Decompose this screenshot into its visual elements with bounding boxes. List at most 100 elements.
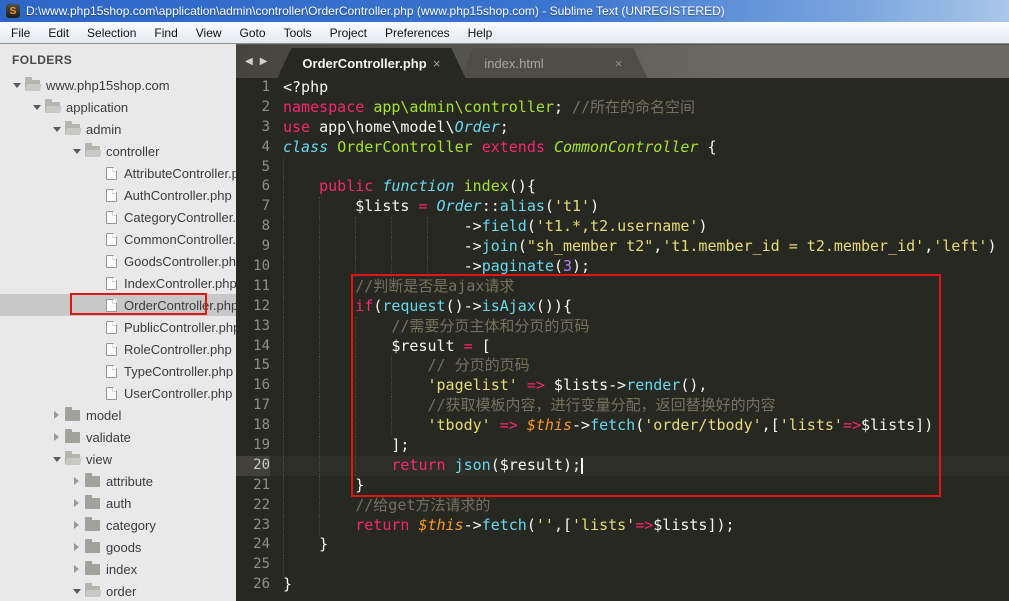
line-text: // 分页的页码 xyxy=(270,356,1009,377)
code-line-20[interactable]: 20 return json($result); xyxy=(236,455,1009,476)
tree-item-rolecontroller-php[interactable]: RoleController.php xyxy=(0,338,236,360)
file-icon xyxy=(106,386,117,400)
code-line-4[interactable]: 4 class OrderController extends CommonCon… xyxy=(236,138,1009,158)
code-line-10[interactable]: 10 ->paginate(3); xyxy=(236,257,1009,277)
chevron-down-icon[interactable] xyxy=(10,82,23,88)
tree-item-auth[interactable]: auth xyxy=(0,492,236,514)
tree-item-model[interactable]: model xyxy=(0,404,236,426)
indent-guide xyxy=(283,396,284,417)
code-line-11[interactable]: 11 //判断是否是ajax请求 xyxy=(236,276,1009,297)
code-line-22[interactable]: 22 //给get方法请求的 xyxy=(236,495,1009,516)
code-line-19[interactable]: 19 ]; xyxy=(236,436,1009,456)
tree-item-application[interactable]: application xyxy=(0,96,236,118)
chevron-down-icon[interactable] xyxy=(30,104,43,110)
code-editor[interactable]: 1 <?php 2 namespace app\admin\controller; /… xyxy=(236,78,1009,601)
tree-item-attributecontroller-php[interactable]: AttributeController.php xyxy=(0,162,236,184)
chevron-right-icon[interactable] xyxy=(70,477,83,485)
tree-item-goods[interactable]: goods xyxy=(0,536,236,558)
code-line-14[interactable]: 14 $result = [ xyxy=(236,336,1009,357)
code-line-7[interactable]: 7 $lists = Order::alias('t1') xyxy=(236,197,1009,218)
code-line-21[interactable]: 21 } xyxy=(236,475,1009,496)
chevron-right-icon[interactable] xyxy=(50,411,63,419)
menu-help[interactable]: Help xyxy=(459,23,502,43)
menu-find[interactable]: Find xyxy=(145,23,186,43)
tree-item-goodscontroller-php[interactable]: GoodsController.php xyxy=(0,250,236,272)
indent-guide xyxy=(283,336,284,357)
tree-item-controller[interactable]: controller xyxy=(0,140,236,162)
code-line-8[interactable]: 8 ->field('t1.*,t2.username') xyxy=(236,217,1009,238)
chevron-down-icon[interactable] xyxy=(70,148,83,154)
next-tab-button[interactable]: ▶ xyxy=(260,56,268,67)
tree-item-publiccontroller-php[interactable]: PublicController.php xyxy=(0,316,236,338)
close-icon[interactable]: × xyxy=(433,56,441,71)
title-bar[interactable]: S D:\www.php15shop.com\application\admin… xyxy=(0,0,1009,22)
indent-guide xyxy=(391,257,393,277)
menu-file[interactable]: File xyxy=(2,23,39,43)
chevron-right-icon[interactable] xyxy=(70,565,83,573)
tree-item-label: IndexController.php xyxy=(124,275,236,291)
tree-item-typecontroller-php[interactable]: TypeController.php xyxy=(0,360,236,382)
tree-item-label: category xyxy=(106,517,156,533)
menu-view[interactable]: View xyxy=(187,23,231,43)
code-line-3[interactable]: 3 use app\home\model\Order; xyxy=(236,118,1009,138)
menu-selection[interactable]: Selection xyxy=(78,23,145,43)
tree-item-index[interactable]: index xyxy=(0,558,236,580)
chevron-right-icon[interactable] xyxy=(50,433,63,441)
line-text xyxy=(270,555,1009,576)
tree-item-indexcontroller-php[interactable]: IndexController.php xyxy=(0,272,236,294)
code-line-1[interactable]: 1 <?php xyxy=(236,78,1009,98)
code-line-24[interactable]: 24 } xyxy=(236,535,1009,556)
code-line-17[interactable]: 17 //获取模板内容，进行变量分配，返回替换好的内容 xyxy=(236,396,1009,417)
code-line-2[interactable]: 2 namespace app\admin\controller; //所在的命名… xyxy=(236,98,1009,118)
tree-item-ordercontroller-php[interactable]: OrderController.php xyxy=(0,294,236,316)
tree-item-commoncontroller-php[interactable]: CommonController.php xyxy=(0,228,236,250)
tab-ordercontroller-php[interactable]: OrderController.php × xyxy=(277,48,465,78)
tree-item-authcontroller-php[interactable]: AuthController.php xyxy=(0,184,236,206)
chevron-down-icon[interactable] xyxy=(50,456,63,462)
code-line-23[interactable]: 23 return $this->fetch('',['lists'=>$lis… xyxy=(236,515,1009,536)
code-line-12[interactable]: 12 if(request()->isAjax()){ xyxy=(236,296,1009,317)
indent-guide xyxy=(391,416,393,437)
chevron-down-icon[interactable] xyxy=(70,588,83,594)
tree-item-view[interactable]: view xyxy=(0,448,236,470)
tab-bar: ◀ ▶ OrderController.php × index.html × xyxy=(236,44,1009,78)
tab-scroll-arrows: ◀ ▶ xyxy=(236,56,277,67)
line-text: 'tbody' => $this->fetch('order/tbody',['… xyxy=(270,416,1009,437)
menu-edit[interactable]: Edit xyxy=(39,23,78,43)
chevron-down-icon[interactable] xyxy=(50,126,63,132)
tree-item-categorycontroller-php[interactable]: CategoryController.php xyxy=(0,206,236,228)
tree-item-category[interactable]: category xyxy=(0,514,236,536)
chevron-right-icon[interactable] xyxy=(70,499,83,507)
tree-item-www-php15shop-com[interactable]: www.php15shop.com xyxy=(0,74,236,96)
close-icon[interactable]: × xyxy=(615,56,623,71)
tree-item-label: GoodsController.php xyxy=(124,253,236,269)
code-line-16[interactable]: 16 'pagelist' => $lists->render(), xyxy=(236,376,1009,397)
code-line-18[interactable]: 18 'tbody' => $this->fetch('order/tbody'… xyxy=(236,416,1009,437)
chevron-right-icon[interactable] xyxy=(70,543,83,551)
folder-icon xyxy=(85,538,100,553)
tree-item-label: TypeController.php xyxy=(124,363,234,379)
tree-item-validate[interactable]: validate xyxy=(0,426,236,448)
sidebar-folders-panel: FOLDERS www.php15shop.com application admi… xyxy=(0,44,236,601)
menu-preferences[interactable]: Preferences xyxy=(376,23,459,43)
code-line-6[interactable]: 6 public function index(){ xyxy=(236,177,1009,198)
tab-index-html[interactable]: index.html × xyxy=(459,48,647,78)
code-line-15[interactable]: 15 // 分页的页码 xyxy=(236,356,1009,377)
tree-item-attribute[interactable]: attribute xyxy=(0,470,236,492)
tree-item-order[interactable]: order xyxy=(0,580,236,601)
code-line-5[interactable]: 5 xyxy=(236,157,1009,178)
folder-open-icon xyxy=(65,450,80,465)
folder-open-icon xyxy=(45,98,60,113)
code-line-13[interactable]: 13 //需要分页主体和分页的页码 xyxy=(236,316,1009,337)
menu-tools[interactable]: Tools xyxy=(275,23,321,43)
line-text: return json($result); xyxy=(270,455,1009,476)
tree-item-usercontroller-php[interactable]: UserController.php xyxy=(0,382,236,404)
menu-project[interactable]: Project xyxy=(321,23,376,43)
code-line-25[interactable]: 25 xyxy=(236,555,1009,576)
tree-item-admin[interactable]: admin xyxy=(0,118,236,140)
code-line-9[interactable]: 9 ->join("sh_member t2",'t1.member_id = … xyxy=(236,237,1009,258)
chevron-right-icon[interactable] xyxy=(70,521,83,529)
menu-goto[interactable]: Goto xyxy=(231,23,275,43)
code-line-26[interactable]: 26} xyxy=(236,575,1009,595)
prev-tab-button[interactable]: ◀ xyxy=(245,56,253,67)
